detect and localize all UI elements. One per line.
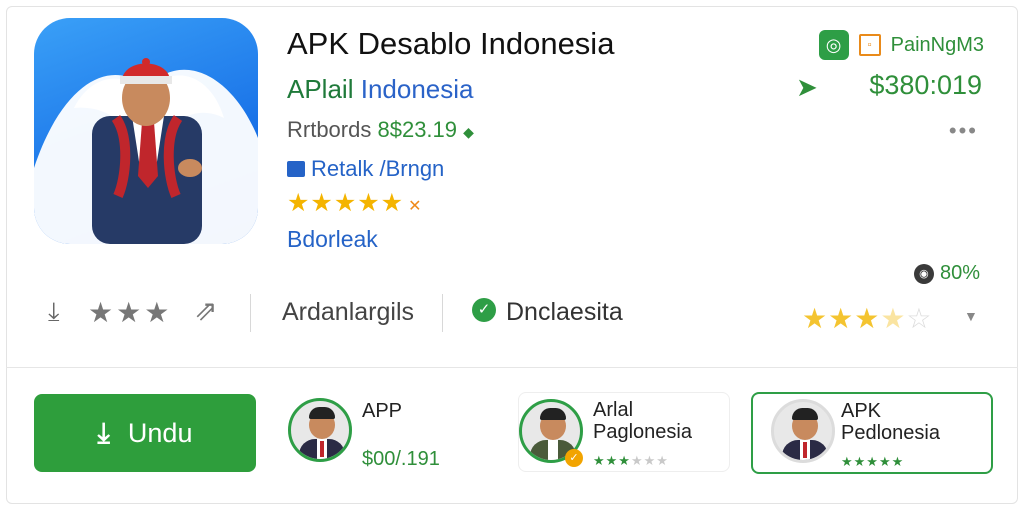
developer-link[interactable]: Bdorleak	[287, 226, 378, 253]
bookmark-icon[interactable]: ▫	[858, 34, 881, 56]
category-label: Retalk /Brngn	[311, 156, 445, 181]
download-count-icon: ⤓	[48, 296, 60, 326]
download-button-label: Undu	[127, 417, 193, 448]
percent-icon: ◉	[913, 263, 934, 284]
related-app-stars: ★★★★★	[841, 454, 905, 469]
related-app-2[interactable]: ✓ Arlal Paglonesia ★★★★★★	[518, 392, 730, 472]
rating-stars: ★★★★★ ✕	[287, 188, 422, 218]
tag-icon: ◆	[463, 124, 474, 140]
price-row: Rrtbords 8$23.19 ◆	[287, 117, 474, 143]
app-title: APK Desablo Indonesia	[287, 26, 615, 61]
percent-value: 80%	[939, 262, 980, 284]
verified-label: Dnclaesita	[506, 298, 623, 326]
section-divider	[6, 367, 1018, 368]
rating-on: ★★★	[802, 303, 881, 334]
app-subtitle-b: Indonesia	[360, 74, 474, 104]
stars-on: ★★★	[593, 453, 631, 468]
app-subtitle: APlail Indonesia	[287, 74, 473, 105]
verified-check-icon: ✓	[472, 298, 496, 322]
stats-stars: ★★★	[88, 297, 173, 328]
rating-extra: ✕	[408, 198, 423, 215]
download-icon: ⤓	[97, 416, 110, 448]
top-right-bar: ◎ ▫ PainNgM3	[818, 30, 984, 60]
related-app-name: Arlal Paglonesia	[593, 399, 692, 443]
related-app-name-line2: Pedlonesia	[841, 422, 940, 444]
cursor-arrow-icon: ➤	[796, 72, 818, 102]
app-icon[interactable]	[34, 18, 258, 244]
category-link[interactable]: Retalk /Brngn	[287, 156, 444, 182]
related-app-3[interactable]: APK Pedlonesia ★★★★★	[751, 392, 993, 474]
verified-badge-icon: ✓	[565, 449, 583, 467]
related-app-name-line2: Paglonesia	[593, 421, 692, 443]
chevron-down-icon[interactable]: ▼	[964, 308, 978, 324]
stars-off: ★★★	[630, 453, 669, 468]
app-icon-illustration	[34, 58, 258, 244]
rating-half: ★	[880, 303, 907, 334]
price-value: 8$23.19	[377, 117, 458, 142]
avatar	[771, 399, 835, 463]
stats-middle-label: Ardanlargils	[282, 298, 415, 326]
top-right-label: PainNgM3	[890, 33, 984, 56]
related-app-1[interactable]: APP $00/.191	[288, 392, 494, 470]
top-right-price: $380:019	[869, 70, 982, 100]
download-button[interactable]: ⤓ Undu	[34, 394, 256, 472]
divider	[250, 294, 251, 332]
app-subtitle-a: APlail	[287, 74, 354, 104]
related-app-name-line1: Arlal	[593, 399, 634, 421]
rating-off: ☆	[906, 303, 933, 334]
related-app-name-line1: APK	[841, 400, 882, 422]
related-app-name: APP	[362, 400, 403, 422]
related-app-name: APK Pedlonesia	[841, 400, 940, 444]
percent-indicator: ◉ 80%	[913, 262, 980, 285]
related-app-stars: ★★★★★★	[593, 453, 669, 469]
rating-stars-filled: ★★★★★	[287, 189, 405, 217]
more-options-icon[interactable]: •••	[949, 118, 978, 144]
price-label: Rrtbords	[287, 117, 372, 142]
divider	[442, 294, 443, 332]
chat-icon[interactable]: ◎	[818, 30, 849, 60]
stats-row: ⤓ ★★★ ⇗ Ardanlargils ✓ Dnclaesita ★★★★☆ …	[44, 290, 984, 336]
share-icon[interactable]: ⇗	[194, 294, 217, 327]
user-rating-stars[interactable]: ★★★★☆	[802, 302, 933, 335]
avatar	[288, 398, 352, 462]
store-icon	[287, 161, 305, 177]
related-app-price: $00/.191	[362, 448, 440, 470]
